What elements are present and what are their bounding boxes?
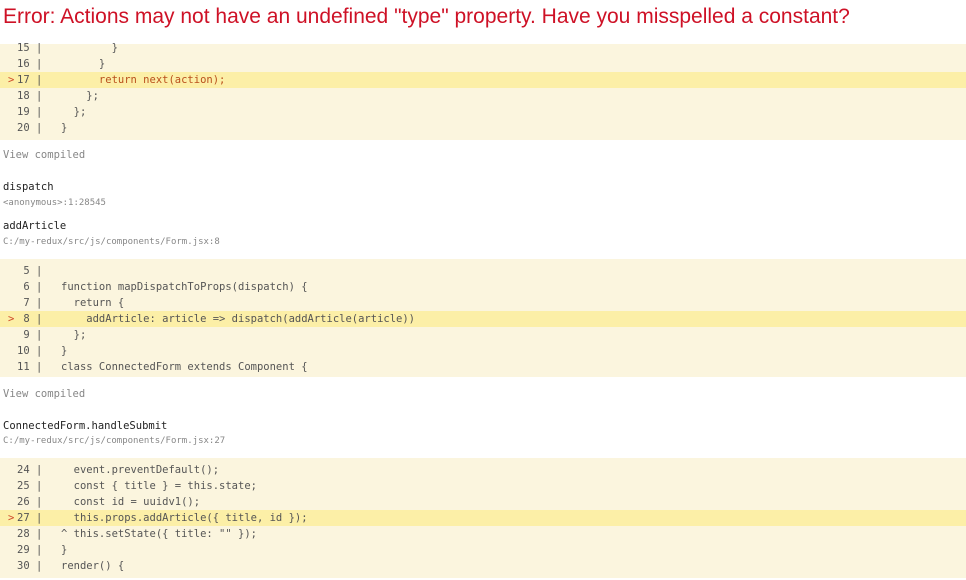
stack-frame-function: addArticle <box>3 220 67 232</box>
stack-frame-location: <anonymous>:1:28545 <box>3 198 106 208</box>
code-line: 15 | } <box>17 42 118 54</box>
code-snippet: 24 | event.preventDefault(); 25 | const … <box>0 458 966 578</box>
code-line: 30 | render() { <box>17 560 125 572</box>
stack-frame-location: C:/my-redux/src/js/components/Form.jsx:8 <box>3 237 220 247</box>
code-line: 29 |} <box>17 544 68 556</box>
stack-frame-location: C:/my-redux/src/js/components/Form.jsx:2… <box>3 436 226 446</box>
code-line: 25 | const { title } = this.state; <box>17 480 257 492</box>
code-line-highlighted: >27 | this.props.addArticle({ title, id … <box>0 510 966 526</box>
code-line: 10 |} <box>17 345 68 357</box>
code-line: 20 |} <box>17 122 68 134</box>
code-line: 24 | event.preventDefault(); <box>17 464 220 476</box>
code-snippet: 5 | 6 | function mapDispatchToProps(dispa… <box>0 259 966 377</box>
error-message: Error: Actions may not have an undefined… <box>3 5 850 28</box>
code-line: 7 | return { <box>23 297 125 309</box>
stack-frame-function: dispatch <box>3 181 54 193</box>
code-line: 18 | }; <box>17 90 99 102</box>
code-line: 11 | class ConnectedForm extends Componen… <box>17 361 308 373</box>
code-line: 9 | }; <box>23 329 87 341</box>
view-compiled-link[interactable]: View compiled <box>3 388 85 400</box>
view-compiled-link[interactable]: View compiled <box>3 149 85 161</box>
code-line-highlighted: >17 | return next(action); <box>0 72 966 88</box>
code-line: 16 | } <box>17 58 106 70</box>
code-snippet: 15 | } 16 | } >17 | return next(action);… <box>0 42 966 140</box>
code-line: 26 | const id = uuidv1(); <box>17 496 201 508</box>
code-line: 5 | <box>23 265 43 277</box>
code-line: 19 | }; <box>17 106 87 118</box>
code-line: 28 | ^ this.setState({ title: "" }); <box>17 528 257 540</box>
code-line-highlighted: > 8 | addArticle: article => dispatch(ad… <box>0 311 966 327</box>
stack-frame-function: ConnectedForm.handleSubmit <box>3 420 168 432</box>
code-line: 6 | function mapDispatchToProps(dispatch)… <box>23 281 308 293</box>
